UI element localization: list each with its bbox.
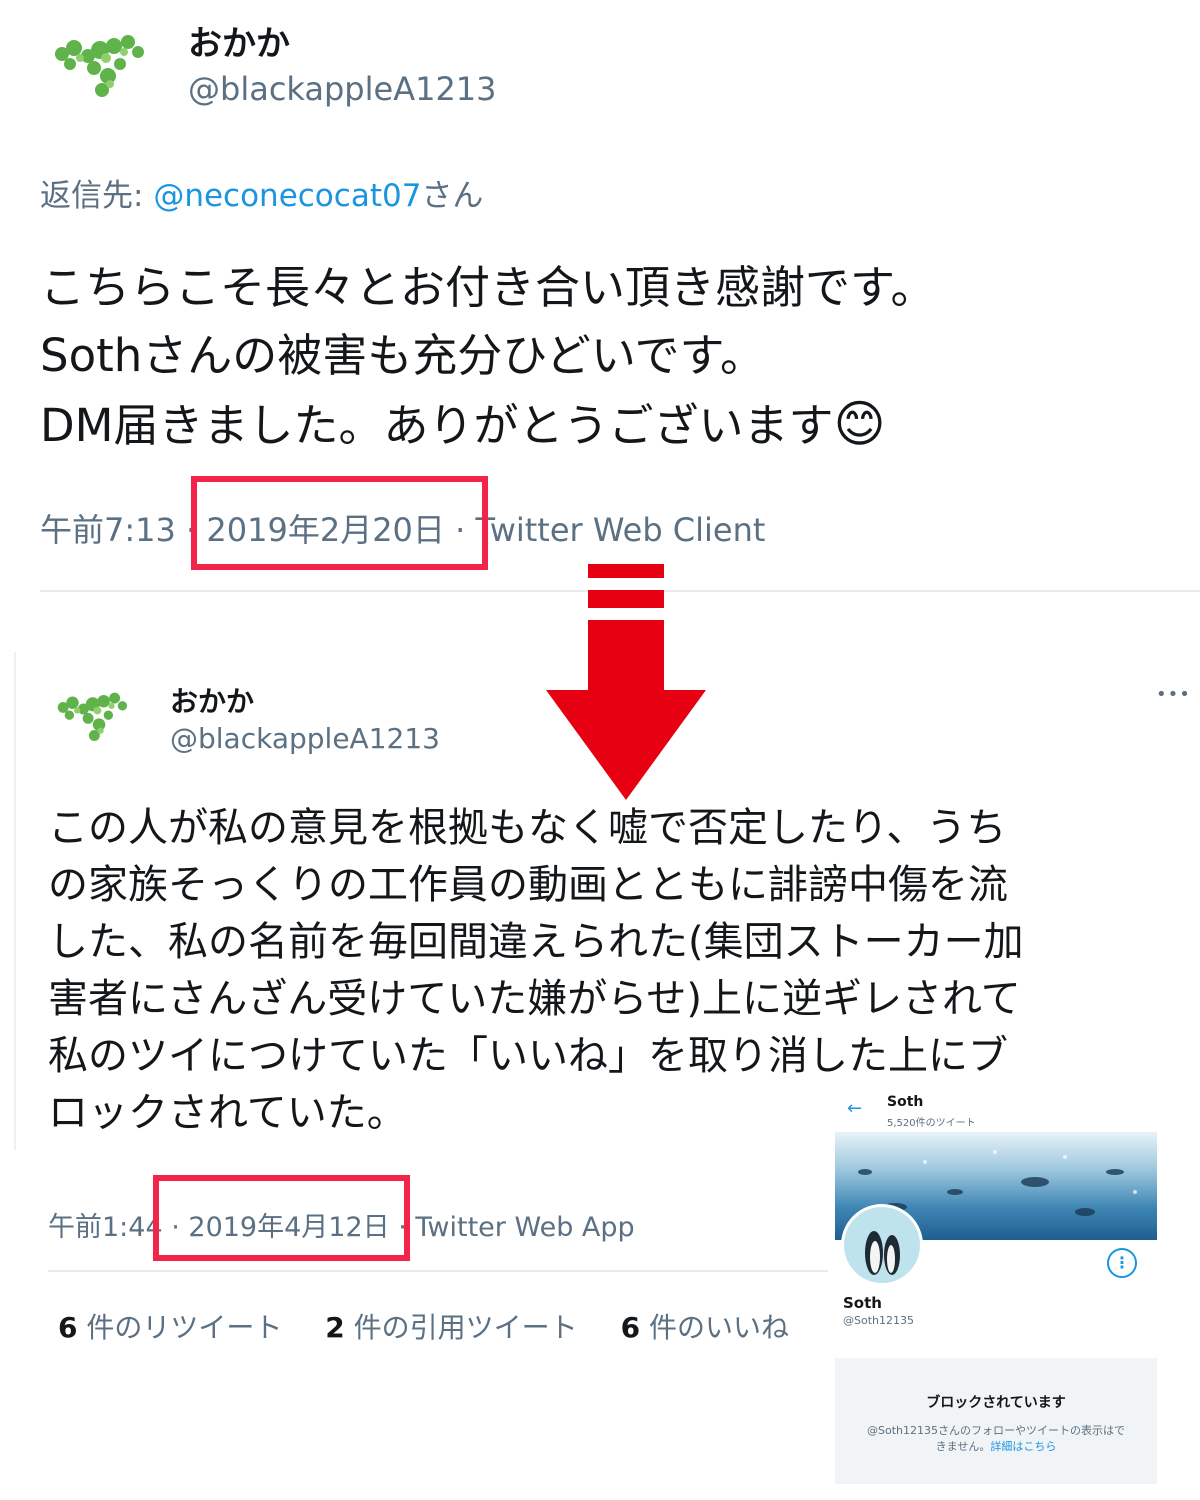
left-border [14,652,16,1150]
blocked-description-2: きません。詳細はこちら [935,1440,1057,1453]
details-link[interactable]: 詳細はこちら [990,1440,1056,1453]
tweet-time[interactable]: 午前1:44 [48,1212,163,1243]
more-options-icon[interactable]: ••• [1156,684,1191,705]
user-handle[interactable]: @blackappleA1213 [170,722,440,755]
ivy-leaves-icon [57,692,128,741]
profile-more-icon[interactable]: ⋮ [1107,1248,1137,1278]
blocked-title: ブロックされています [926,1395,1066,1411]
date-highlight-box [153,1175,410,1261]
avatar[interactable] [46,670,138,762]
reply-to-link[interactable]: @neconecocat07 [153,178,421,214]
profile-header-name: Soth [887,1094,924,1110]
blocked-profile-screenshot: ← Soth 5,520件のツイート ⋮ Soth @Soth12135 ブロッ… [835,1092,1157,1484]
display-name[interactable]: おかか [170,680,254,720]
divider [48,1270,828,1272]
ivy-leaves-icon [55,35,144,97]
tweet-body: こちらこそ長々とお付き合い頂き感謝です。 Sothさんの被害も充分ひどいです。 … [40,261,936,452]
back-arrow-icon[interactable]: ← [847,1098,862,1119]
penguin-icon [865,1231,900,1275]
reply-to-line: 返信先: @neconecocat07さん [40,170,483,215]
retweet-count[interactable]: 6 件のリツイート [58,1311,282,1344]
avatar[interactable] [40,6,158,124]
smiling-face-emoji: 😊 [833,395,886,453]
profile-avatar[interactable] [841,1204,923,1286]
profile-name: Soth [843,1294,882,1312]
blocked-description: @Soth12135さんのフォローやツイートの表示はで [867,1424,1125,1437]
tweet-time[interactable]: 午前7:13 [40,511,176,549]
display-name[interactable]: おかか [188,16,290,65]
tweet-client[interactable]: Twitter Web App [415,1212,634,1243]
date-highlight-box [191,476,488,570]
user-handle[interactable]: @blackappleA1213 [188,70,497,108]
profile-handle: @Soth12135 [843,1314,914,1327]
tweet-text: こちらこそ長々とお付き合い頂き感謝です。 Sothさんの被害も充分ひどいです。 … [40,254,936,460]
tweet-stats: 6 件のリツイート 2 件の引用ツイート 6 件のいいね [58,1306,789,1346]
like-count[interactable]: 6 件のいいね [621,1311,789,1344]
quote-tweet-count[interactable]: 2 件の引用ツイート [325,1311,577,1344]
reply-suffix: さん [421,178,484,214]
tweet-count: 5,520件のツイート [887,1118,976,1129]
tweet-client[interactable]: Twitter Web Client [475,511,765,549]
blocked-notice: ブロックされています @Soth12135さんのフォローやツイートの表示はで き… [835,1358,1157,1484]
down-arrow-icon [546,564,706,800]
tweet-body: この人が私の意見を根拠もなく嘘で否定したり、うち の家族そっくりの工作員の動画と… [48,805,1024,1136]
reply-prefix: 返信先: [40,178,154,214]
